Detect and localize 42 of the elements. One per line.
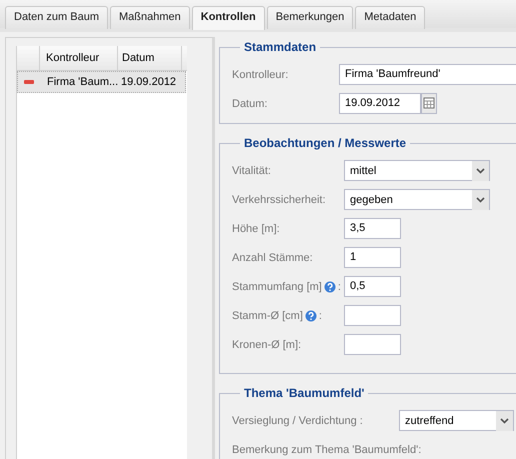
caret-icon bbox=[472, 190, 489, 210]
field-label: : bbox=[338, 280, 341, 292]
field-label: Verkehrssicherheit: bbox=[232, 194, 326, 206]
tab[interactable]: Metadaten bbox=[355, 6, 426, 29]
field-label: Höhe [m]: bbox=[232, 222, 280, 234]
fieldset-legend: Stammdaten bbox=[240, 40, 320, 54]
tab[interactable]: Kontrollen bbox=[192, 6, 265, 30]
field-label: Stammumfang [m] bbox=[232, 280, 322, 292]
dropdown[interactable]: zutreffend bbox=[399, 410, 514, 431]
number-field[interactable]: 3,5 bbox=[344, 218, 401, 239]
caret-icon bbox=[496, 410, 513, 430]
number-field[interactable] bbox=[344, 305, 401, 326]
number-field[interactable] bbox=[344, 334, 401, 355]
help-icon[interactable] bbox=[324, 280, 336, 292]
text-field[interactable]: Firma 'Baumfreund' bbox=[339, 64, 516, 85]
number-field[interactable]: 1 bbox=[344, 247, 401, 268]
tab[interactable]: Daten zum Baum bbox=[5, 6, 108, 29]
field-label: Bemerkung zum Thema 'Baumumfeld': bbox=[232, 444, 422, 456]
table-cell: Firma 'Baum... bbox=[47, 76, 118, 88]
field-label: Anzahl Stämme: bbox=[232, 252, 313, 264]
column-header[interactable]: Kontrolleur bbox=[40, 46, 118, 70]
table-cell: 19.09.2012 bbox=[121, 76, 176, 88]
date-field[interactable]: 19.09.2012 bbox=[339, 93, 421, 114]
column-header[interactable]: Datum bbox=[118, 46, 182, 70]
calendar-icon[interactable] bbox=[421, 93, 437, 114]
help-icon[interactable] bbox=[304, 310, 317, 322]
field-label: Vitalität: bbox=[232, 164, 271, 176]
caret-icon bbox=[472, 160, 489, 180]
tab[interactable]: Maßnahmen bbox=[110, 6, 190, 29]
field-label: Stamm-Ø [cm] bbox=[232, 310, 303, 322]
field-label: Versieglung / Verdichtung : bbox=[232, 414, 363, 426]
fieldset-legend: Beobachtungen / Messwerte bbox=[240, 136, 410, 150]
dropdown[interactable]: gegeben bbox=[344, 189, 490, 210]
field-label: Datum: bbox=[232, 98, 268, 110]
field-label: : bbox=[318, 310, 322, 322]
field-label: Kontrolleur: bbox=[232, 68, 288, 80]
fieldset-legend: Thema 'Baumumfeld' bbox=[240, 386, 368, 400]
field-label: Kronen-Ø [m]: bbox=[232, 338, 302, 350]
tab[interactable]: Bemerkungen bbox=[266, 6, 354, 29]
number-field[interactable]: 0,5 bbox=[344, 276, 401, 297]
grid-row[interactable]: Firma 'Baum... 19.09.2012 bbox=[17, 71, 186, 93]
dropdown[interactable]: mittel bbox=[344, 160, 490, 181]
